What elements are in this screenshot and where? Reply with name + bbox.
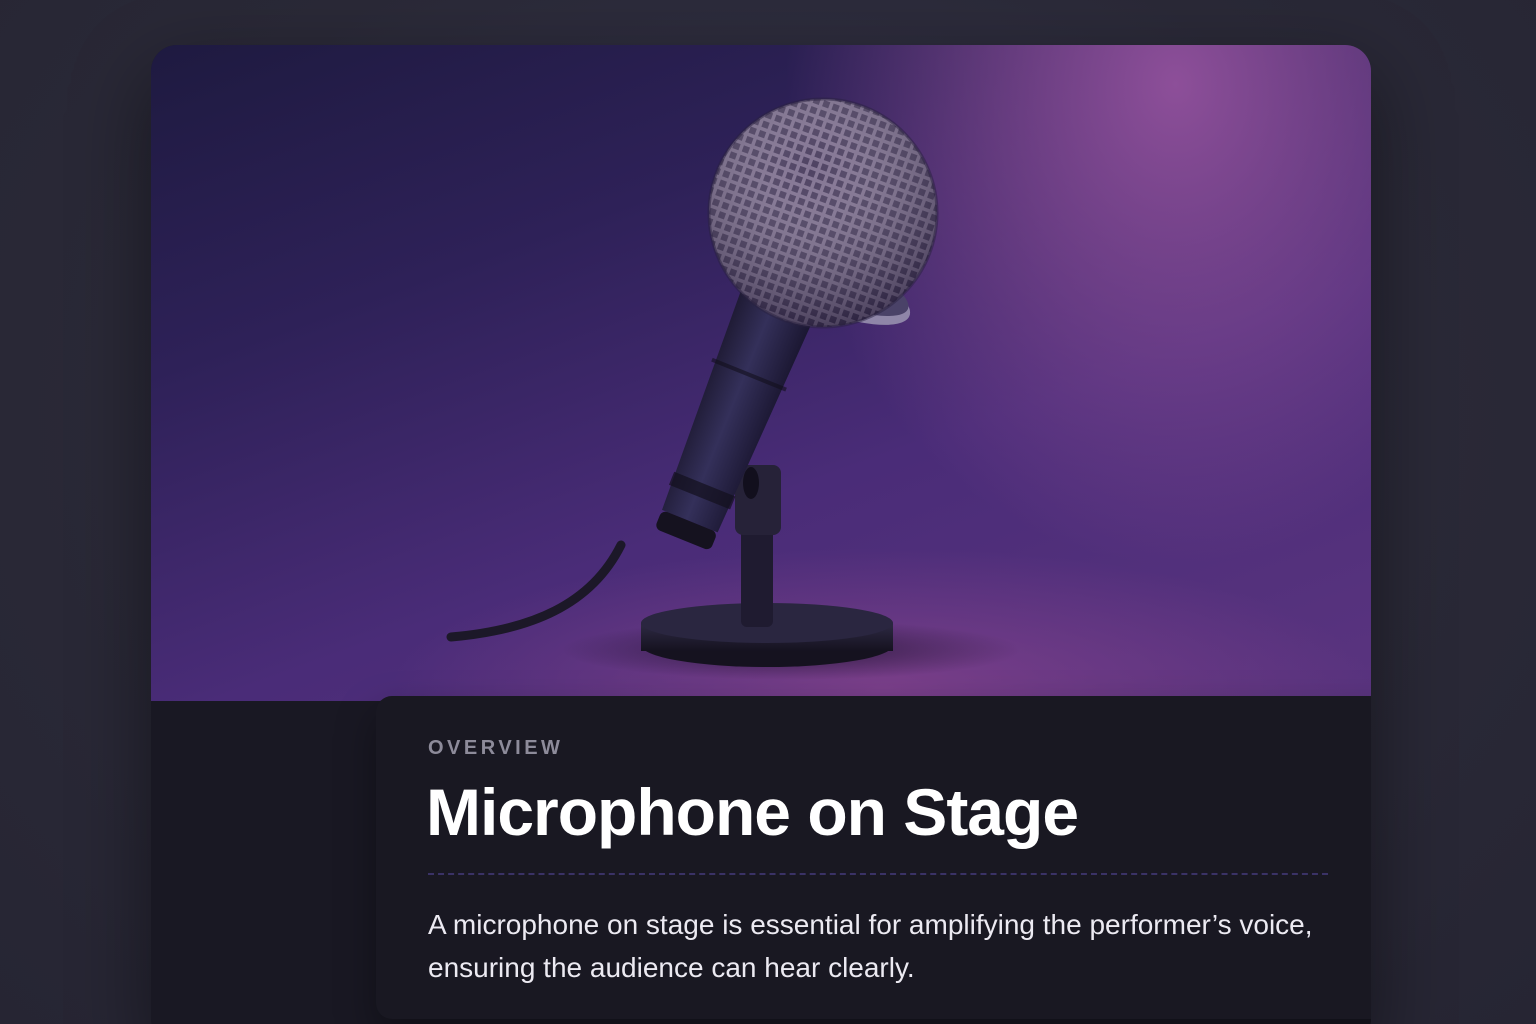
dashed-divider <box>428 873 1328 875</box>
description-text: A microphone on stage is essential for a… <box>428 909 1313 984</box>
hero-image <box>151 45 1371 701</box>
section-eyebrow: OVERVIEW <box>428 737 564 759</box>
microphone-illustration <box>446 97 1021 680</box>
page-title: Microphone on Stage <box>426 775 1079 849</box>
info-panel: OVERVIEW Microphone on Stage A microphon… <box>376 696 1371 1019</box>
content-card: OVERVIEW Microphone on Stage A microphon… <box>151 45 1371 1024</box>
page: OVERVIEW Microphone on Stage A microphon… <box>0 0 1536 1024</box>
